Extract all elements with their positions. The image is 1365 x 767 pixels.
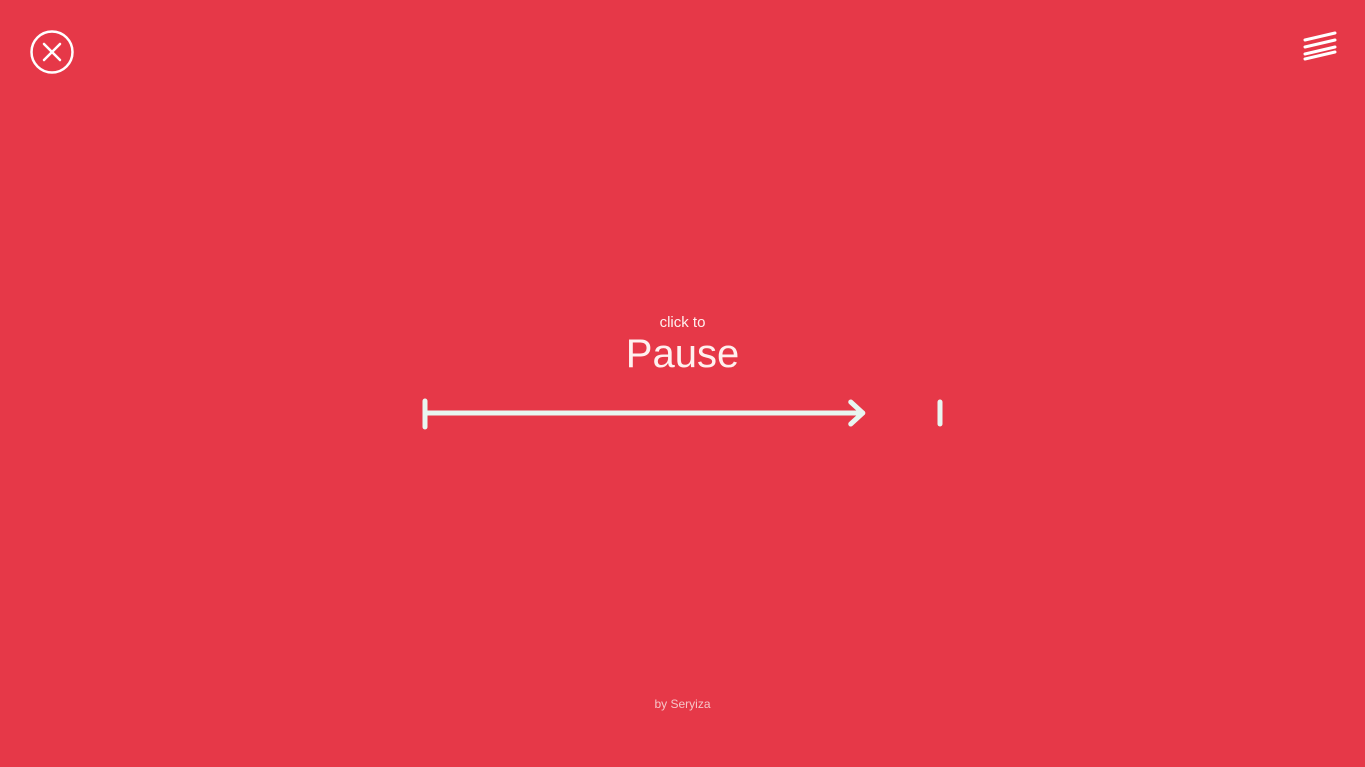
pause-toggle[interactable]: click to Pause <box>0 312 1365 377</box>
menu-button[interactable] <box>1300 28 1340 64</box>
close-icon <box>30 30 74 74</box>
action-text: Pause <box>625 332 740 376</box>
progress-track[interactable] <box>420 396 950 432</box>
menu-icon <box>1303 31 1337 61</box>
close-button[interactable] <box>30 30 74 74</box>
author-credit: by Seryiza <box>654 697 711 711</box>
